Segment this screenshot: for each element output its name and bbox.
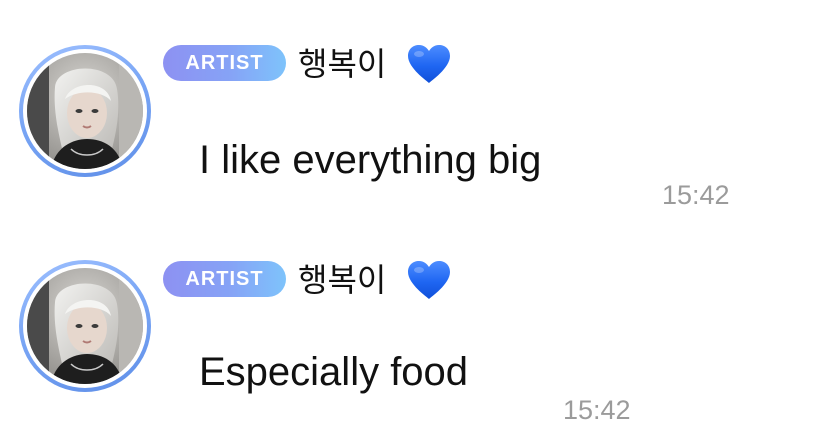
- chat-message: ARTIST 행복이 I like everything big 15:42: [0, 0, 834, 214]
- artist-badge: ARTIST: [163, 45, 286, 81]
- message-timestamp: 15:42: [563, 395, 631, 425]
- profile-photo-image: [27, 53, 143, 169]
- message-text[interactable]: I like everything big: [199, 136, 541, 184]
- avatar-photo: [27, 268, 143, 384]
- chat-message: ARTIST 행복이 Especially food 15:42: [0, 214, 834, 428]
- sender-name: 행복이: [298, 261, 387, 299]
- avatar[interactable]: [19, 260, 151, 392]
- message-text[interactable]: Especially food: [199, 348, 468, 396]
- avatar-border: [23, 49, 147, 173]
- blue-heart-icon: [408, 45, 450, 83]
- profile-photo-image: [27, 268, 143, 384]
- message-timestamp: 15:42: [662, 180, 730, 210]
- sender-name: 행복이: [298, 45, 387, 83]
- artist-badge: ARTIST: [163, 261, 286, 297]
- blue-heart-icon: [408, 261, 450, 299]
- avatar[interactable]: [19, 45, 151, 177]
- avatar-photo: [27, 53, 143, 169]
- avatar-border: [23, 264, 147, 388]
